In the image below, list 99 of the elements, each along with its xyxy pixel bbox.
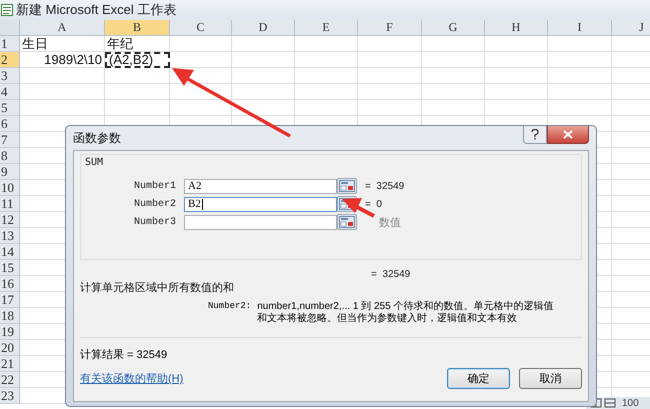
row-header[interactable]: 4 xyxy=(0,84,20,100)
table-cell: 年纪 xyxy=(105,36,170,52)
column-header[interactable]: E xyxy=(295,20,358,36)
table-cell xyxy=(422,68,485,84)
table-cell: 生日 xyxy=(20,36,105,52)
column-header[interactable]: G xyxy=(422,20,485,36)
row-header[interactable]: 9 xyxy=(0,164,20,180)
question-mark-icon xyxy=(531,129,539,140)
window-title: 新建 Microsoft Excel 工作表 xyxy=(16,1,176,19)
row-header[interactable]: 5 xyxy=(0,100,20,116)
argument-label: Number2 xyxy=(132,198,177,210)
row-header[interactable]: 3 xyxy=(0,68,20,84)
function-description: 计算单元格区域中所有数值的和 xyxy=(80,281,235,295)
table-cell xyxy=(358,36,422,52)
function-name: SUM xyxy=(85,157,104,168)
row-header[interactable]: 22 xyxy=(0,372,20,388)
table-cell: 1989\2\10 xyxy=(20,52,105,68)
table-cell xyxy=(358,84,422,100)
calculation-result: 计算结果 = 32549 xyxy=(80,348,168,362)
row-header[interactable]: 1 xyxy=(0,36,20,52)
range-select-icon xyxy=(339,180,355,192)
row-header[interactable]: 19 xyxy=(0,324,20,340)
table-cell xyxy=(422,36,485,52)
column-header[interactable]: H xyxy=(485,20,548,36)
help-link[interactable]: 有关该函数的帮助(H) xyxy=(80,371,184,386)
row-header[interactable]: 14 xyxy=(0,244,20,260)
table-cell xyxy=(548,68,612,84)
argument-result: = 32549 xyxy=(364,180,404,192)
argument-label: Number3 xyxy=(132,216,177,228)
row-header[interactable]: 10 xyxy=(0,180,20,196)
row-header[interactable]: 7 xyxy=(0,132,20,148)
argument-result: = 0 xyxy=(364,198,382,210)
formula-result: = 32549 xyxy=(370,269,410,280)
ok-button[interactable]: 确定 xyxy=(447,368,510,389)
column-header[interactable]: C xyxy=(170,20,232,36)
table-cell xyxy=(295,68,358,84)
table-cell xyxy=(232,68,295,84)
table-cell xyxy=(358,68,422,84)
table-cell: (A2,B2) xyxy=(105,52,170,68)
row-header[interactable]: 13 xyxy=(0,228,20,244)
argument-description: number1,number2,... 1 到 255 个待求和的数值。单元格中的逻辑值 xyxy=(257,301,554,312)
row-header[interactable]: 23 xyxy=(0,388,20,404)
range-select-icon xyxy=(339,216,355,228)
table-cell xyxy=(295,52,358,68)
table-cell xyxy=(358,52,422,68)
column-header[interactable]: F xyxy=(358,20,422,36)
column-header[interactable]: D xyxy=(232,20,295,36)
table-cell xyxy=(485,52,548,68)
help-button[interactable] xyxy=(523,126,547,144)
table-cell xyxy=(485,36,548,52)
table-cell xyxy=(170,84,232,100)
table-cell xyxy=(548,52,612,68)
table-cell xyxy=(170,36,232,52)
column-header[interactable]: A xyxy=(20,20,105,36)
row-header[interactable]: 6 xyxy=(0,116,20,132)
table-cell xyxy=(295,36,358,52)
column-header[interactable]: J xyxy=(612,20,650,36)
argument-hint: 数值 xyxy=(378,216,401,230)
table-cell xyxy=(485,68,548,84)
table-cell xyxy=(170,52,232,68)
row-header[interactable]: 11 xyxy=(0,196,20,212)
table-cell xyxy=(232,36,295,52)
argument-description: 和文本将被忽略。但当作为参数键入时，逻辑值和文本有效 xyxy=(257,313,518,325)
row-header[interactable]: 17 xyxy=(0,292,20,308)
table-cell xyxy=(232,52,295,68)
column-header[interactable]: B xyxy=(105,20,170,36)
argument-name: Number2: xyxy=(208,301,252,313)
annotation-arrow xyxy=(342,198,375,218)
row-header[interactable]: 16 xyxy=(0,276,20,292)
zoom-level: 100 xyxy=(622,398,639,408)
dialog-title: 函数参数 xyxy=(73,130,121,146)
table-cell xyxy=(548,100,612,116)
close-button[interactable] xyxy=(547,126,589,144)
spreadsheet-icon xyxy=(1,4,13,16)
column-header[interactable]: I xyxy=(548,20,612,36)
row-header[interactable]: 12 xyxy=(0,212,20,228)
row-header[interactable]: 8 xyxy=(0,148,20,164)
table-cell xyxy=(548,36,612,52)
row-header[interactable]: 20 xyxy=(0,340,20,356)
close-icon xyxy=(563,130,573,139)
table-cell xyxy=(105,68,170,84)
table-cell xyxy=(232,84,295,100)
collapse-dialog-button[interactable] xyxy=(337,214,357,230)
row-header[interactable]: 15 xyxy=(0,260,20,276)
cancel-button[interactable]: 取消 xyxy=(519,368,582,389)
argument-field[interactable]: A2 xyxy=(184,178,337,194)
argument-field[interactable]: B2 xyxy=(184,196,337,212)
argument-label: Number1 xyxy=(132,180,177,192)
table-cell xyxy=(422,84,485,100)
row-header[interactable]: 2 xyxy=(0,52,20,68)
table-cell xyxy=(422,52,485,68)
table-cell xyxy=(485,84,548,100)
collapse-dialog-button[interactable] xyxy=(337,178,357,194)
table-cell xyxy=(295,84,358,100)
row-header[interactable]: 21 xyxy=(0,356,20,372)
table-cell xyxy=(548,84,612,100)
argument-field[interactable] xyxy=(184,214,337,230)
table-cell xyxy=(105,84,170,100)
row-header[interactable]: 18 xyxy=(0,308,20,324)
